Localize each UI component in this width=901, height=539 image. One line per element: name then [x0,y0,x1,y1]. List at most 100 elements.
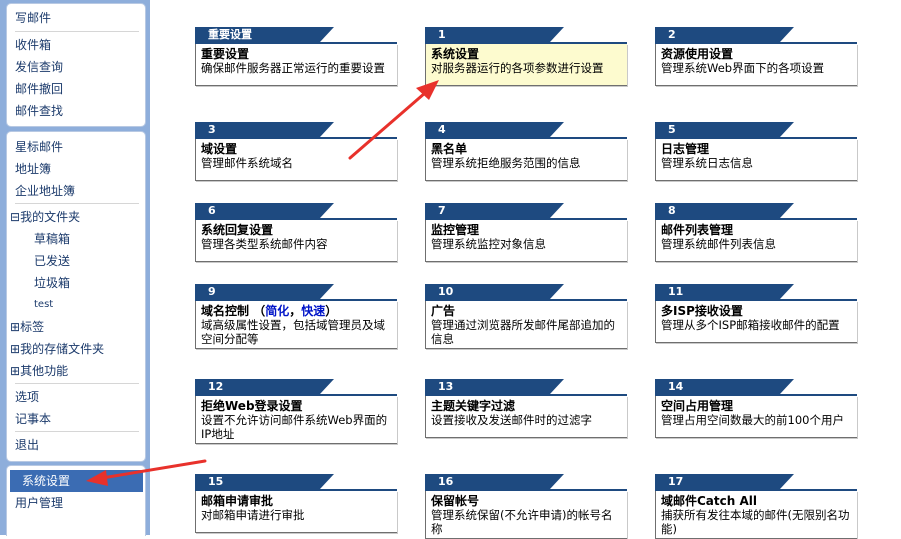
card-title[interactable]: 域名控制 [201,304,249,318]
settings-card-mailbox-approval[interactable]: 15 邮箱申请审批 对邮箱申请进行审批 [195,474,397,533]
settings-card-subject-filter[interactable]: 13 主题关键字过滤 设置接收及发送邮件时的过滤字 [425,379,627,438]
card-description: 确保邮件服务器正常运行的重要设置 [201,61,385,75]
settings-card-monitoring[interactable]: 7 监控管理 管理系统监控对象信息 [425,203,627,262]
card-title[interactable]: 系统设置 [431,47,623,61]
card-tab: 15 [195,474,334,489]
sidebar-panel-folders: 星标邮件 地址簿 企业地址簿 ⊟我的文件夹 草稿箱 已发送 垃圾箱 test ⊞… [6,131,146,462]
sidebar-item-system-settings[interactable]: 系统设置 [10,470,143,492]
card-tab: 11 [655,284,794,299]
sidebar-item-tags[interactable]: ⊞标签 [10,316,134,338]
sidebar-item-options[interactable]: 选项 [15,386,139,408]
card-description: 管理占用空间数最大的前100个用户 [661,413,844,427]
expand-icon[interactable]: ⊞ [10,364,20,378]
link-separator: ， [289,304,302,318]
card-title[interactable]: 资源使用设置 [661,47,853,61]
card-title[interactable]: 广告 [431,304,623,318]
card-title[interactable]: 域邮件Catch All [661,494,853,508]
settings-card-logs[interactable]: 5 日志管理 管理系统日志信息 [655,122,857,181]
card-description: 管理通过浏览器所发邮件尾部追加的信息 [431,318,615,346]
card-description: 管理系统拒绝服务范围的信息 [431,156,581,170]
card-description: 管理各类型系统邮件内容 [201,237,328,251]
card-tab: 3 [195,122,334,137]
collapse-icon[interactable]: ⊟ [10,210,20,224]
card-description: 管理系统保留(不允许申请)的帐号名称 [431,508,613,536]
sidebar-item-address-book[interactable]: 地址簿 [15,158,139,180]
card-tab: 4 [425,122,564,137]
card-title[interactable]: 域设置 [201,142,393,156]
sidebar-item-my-folders[interactable]: ⊟我的文件夹 [10,206,134,228]
sidebar: 写邮件 收件箱 发信查询 邮件撤回 邮件查找 星标邮件 地址簿 企业地址簿 ⊟我… [0,0,150,536]
sidebar-item-sent[interactable]: 已发送 [34,250,134,272]
sidebar-item-starred[interactable]: 星标邮件 [15,136,139,158]
card-description: 设置接收及发送邮件时的过滤字 [431,413,592,427]
card-title[interactable]: 邮件列表管理 [661,223,853,237]
simplified-link[interactable]: 简化 [265,304,289,318]
settings-card-catch-all[interactable]: 17 域邮件Catch All 捕获所有发往本域的邮件(无限别名功能) [655,474,857,539]
card-title[interactable]: 监控管理 [431,223,623,237]
settings-card-important[interactable]: 重要设置 重要设置 确保邮件服务器正常运行的重要设置 [195,27,397,86]
card-description: 管理从多个ISP邮箱接收邮件的配置 [661,318,840,332]
card-title[interactable]: 系统回复设置 [201,223,393,237]
settings-card-deny-web-login[interactable]: 12 拒绝Web登录设置 设置不允许访问邮件系统Web界面的IP地址 [195,379,397,444]
card-tab: 17 [655,474,794,489]
card-description: 对服务器运行的各项参数进行设置 [431,61,604,75]
card-title[interactable]: 黑名单 [431,142,623,156]
card-tab: 5 [655,122,794,137]
card-tab: 8 [655,203,794,218]
card-title[interactable]: 主题关键字过滤 [431,399,623,413]
card-tab: 12 [195,379,334,394]
card-tab: 2 [655,27,794,42]
expand-icon[interactable]: ⊞ [10,320,20,334]
card-description: 对邮箱申请进行审批 [201,508,305,522]
sidebar-item-other-functions[interactable]: ⊞其他功能 [10,360,134,382]
settings-card-mailing-list[interactable]: 8 邮件列表管理 管理系统邮件列表信息 [655,203,857,262]
sidebar-item-recall[interactable]: 邮件撤回 [15,78,139,100]
sidebar-item-trash[interactable]: 垃圾箱 [34,272,134,294]
sidebar-item-sent-query[interactable]: 发信查询 [15,56,139,78]
card-title[interactable]: 拒绝Web登录设置 [201,399,393,413]
sidebar-item-search[interactable]: 邮件查找 [15,100,139,122]
settings-card-reserved-accounts[interactable]: 16 保留帐号 管理系统保留(不允许申请)的帐号名称 [425,474,627,539]
expand-icon[interactable]: ⊞ [10,342,20,356]
quick-link[interactable]: 快速 [301,304,325,318]
settings-card-system-reply[interactable]: 6 系统回复设置 管理各类型系统邮件内容 [195,203,397,262]
paren-open: （ [253,304,266,318]
sidebar-item-test[interactable]: test [34,294,134,316]
sidebar-item-drafts[interactable]: 草稿箱 [34,228,134,250]
sidebar-item-storage-folders[interactable]: ⊞我的存储文件夹 [10,338,134,360]
settings-card-blacklist[interactable]: 4 黑名单 管理系统拒绝服务范围的信息 [425,122,627,181]
card-title[interactable]: 日志管理 [661,142,853,156]
sidebar-item-corp-address-book[interactable]: 企业地址簿 [15,180,139,202]
settings-card-domain-control[interactable]: 9 域名控制 （简化，快速） 域高级属性设置，包括域管理员及域空间分配等 [195,284,397,349]
sidebar-item-label: 我的文件夹 [20,210,81,224]
sidebar-item-notepad[interactable]: 记事本 [15,408,139,430]
card-tab: 9 [195,284,334,299]
sidebar-item-label: 我的存储文件夹 [20,342,105,356]
card-title[interactable]: 邮箱申请审批 [201,494,393,508]
settings-card-ads[interactable]: 10 广告 管理通过浏览器所发邮件尾部追加的信息 [425,284,627,349]
sidebar-item-compose[interactable]: 写邮件 [15,7,139,29]
sidebar-item-label: 其他功能 [20,364,69,378]
card-title[interactable]: 保留帐号 [431,494,623,508]
settings-card-multi-isp[interactable]: 11 多ISP接收设置 管理从多个ISP邮箱接收邮件的配置 [655,284,857,343]
card-title[interactable]: 多ISP接收设置 [661,304,853,318]
sidebar-item-logout[interactable]: 退出 [15,434,139,456]
card-description: 域高级属性设置，包括域管理员及域空间分配等 [201,318,385,346]
settings-card-space-usage[interactable]: 14 空间占用管理 管理占用空间数最大的前100个用户 [655,379,857,438]
card-title[interactable]: 空间占用管理 [661,399,853,413]
card-tab: 14 [655,379,794,394]
card-tab: 10 [425,284,564,299]
sidebar-divider [15,31,139,32]
card-description: 捕获所有发往本域的邮件(无限别名功能) [661,508,850,536]
settings-card-resources[interactable]: 2 资源使用设置 管理系统Web界面下的各项设置 [655,27,857,86]
sidebar-item-user-management[interactable]: 用户管理 [15,492,139,514]
card-tab: 重要设置 [195,27,334,42]
card-title[interactable]: 重要设置 [201,47,393,61]
card-tab: 16 [425,474,564,489]
settings-card-system[interactable]: 1 系统设置 对服务器运行的各项参数进行设置 [425,27,627,86]
sidebar-panel-admin: 系统设置 用户管理 [6,465,146,536]
settings-card-domain[interactable]: 3 域设置 管理邮件系统域名 [195,122,397,181]
sidebar-item-inbox[interactable]: 收件箱 [15,34,139,56]
sidebar-panel-mail: 写邮件 收件箱 发信查询 邮件撤回 邮件查找 [6,3,146,127]
sidebar-divider [15,203,139,204]
